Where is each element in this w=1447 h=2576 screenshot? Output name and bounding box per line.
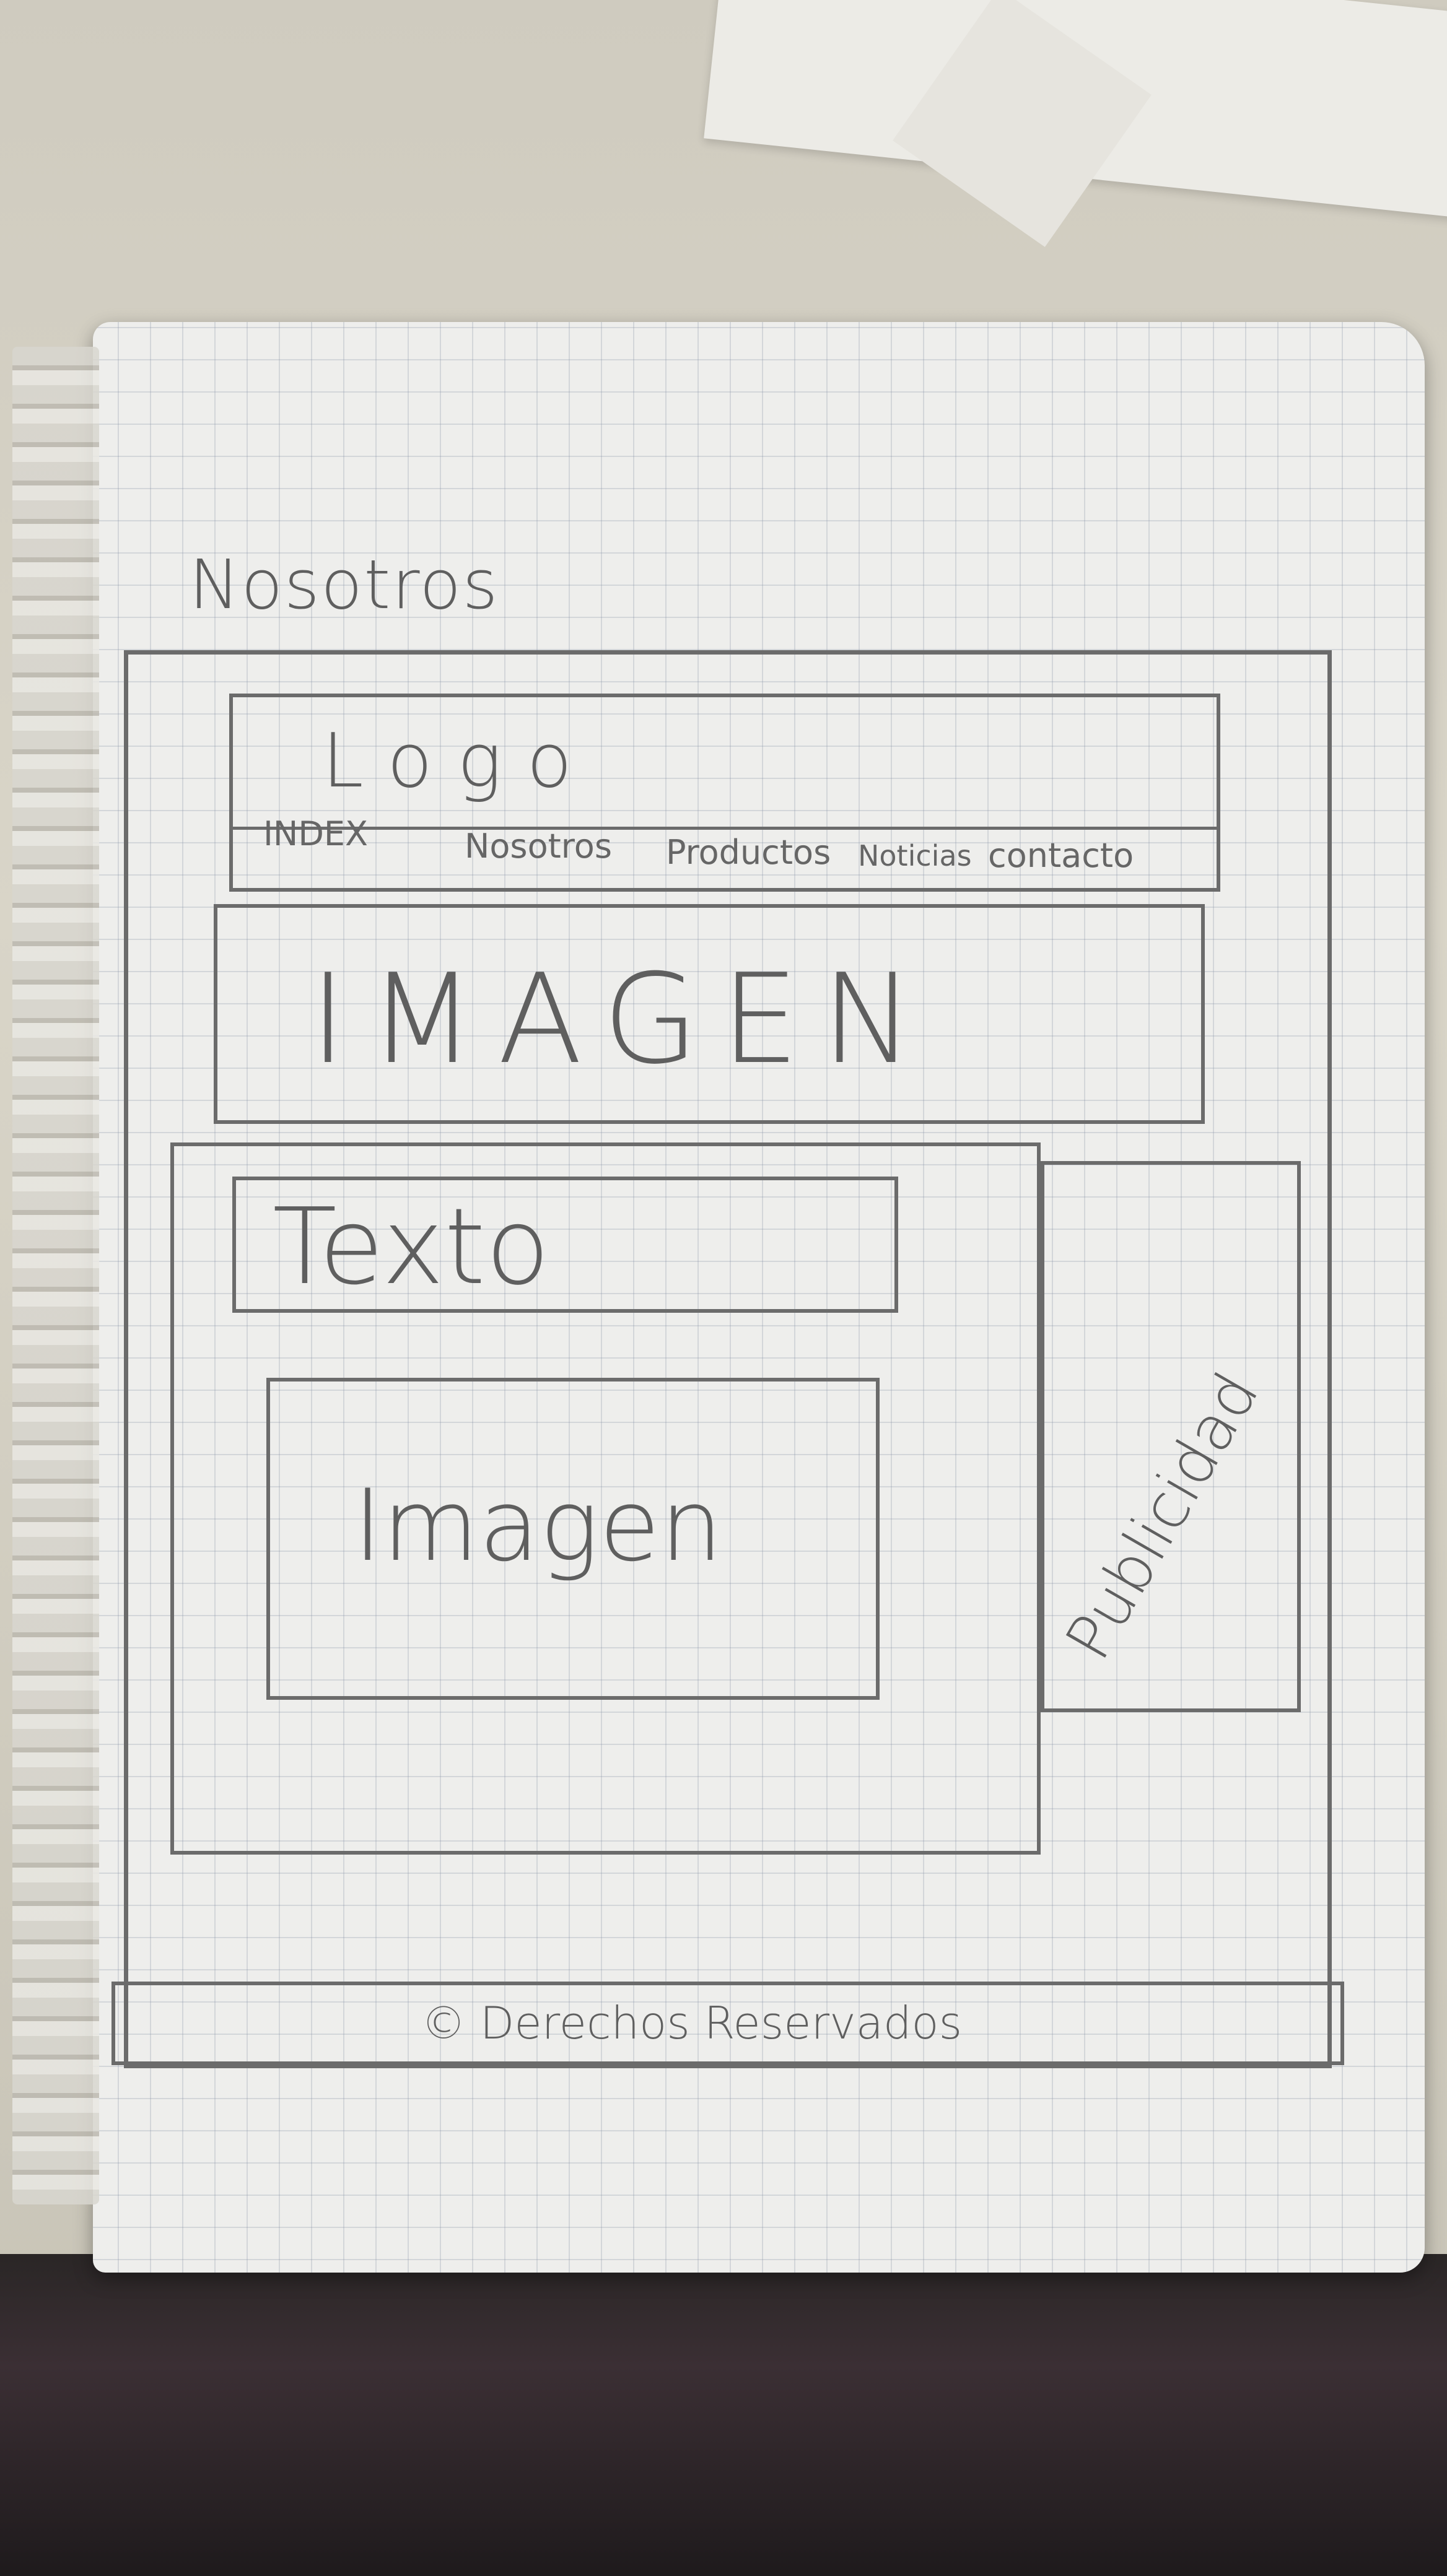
nav-item-nosotros[interactable]: Nosotros — [465, 827, 612, 866]
hero-image-label: IMAGEN — [310, 947, 937, 1092]
nav-item-index[interactable]: INDEX — [263, 814, 368, 853]
header-divider — [229, 827, 1220, 830]
content-image-label: Imagen — [353, 1468, 723, 1583]
dark-floor — [0, 2254, 1447, 2576]
text-label: Texto — [273, 1186, 550, 1308]
logo-placeholder: Logo — [322, 718, 597, 804]
page-title: Nosotros — [189, 545, 499, 624]
nav-item-noticias[interactable]: Noticias — [858, 839, 972, 872]
notebook-spiral — [12, 347, 99, 2204]
nav-item-productos[interactable]: Productos — [666, 833, 831, 872]
footer-text: © Derechos Reservados — [421, 1997, 963, 2049]
nav-item-contacto[interactable]: contacto — [988, 836, 1134, 875]
